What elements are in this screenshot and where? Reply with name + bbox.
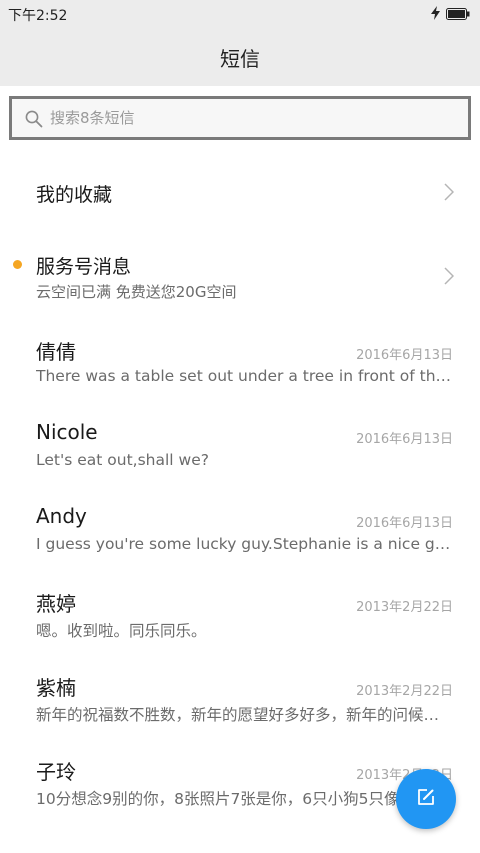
service-title: 服务号消息 — [36, 256, 132, 278]
search-icon — [25, 110, 43, 132]
message-preview: 新年的祝福数不胜数，新年的愿望好多好多，新年的问候千千万万 — [36, 706, 454, 724]
search-input[interactable] — [50, 99, 450, 137]
status-time: 下午2:52 — [8, 8, 68, 24]
compose-icon — [416, 787, 436, 811]
contact-name: 子玲 — [36, 760, 76, 784]
compose-button[interactable] — [396, 769, 456, 829]
app-header: 短信 — [0, 28, 480, 86]
message-date: 2016年6月13日 — [356, 516, 453, 531]
status-icons — [431, 5, 470, 24]
chevron-right-icon — [444, 183, 455, 205]
message-date: 2016年6月13日 — [356, 432, 453, 447]
conversation-item[interactable]: 燕婷 2013年2月22日 嗯。收到啦。同乐同乐。 — [0, 588, 480, 672]
conversation-item[interactable]: 紫楠 2013年2月22日 新年的祝福数不胜数，新年的愿望好多好多，新年的问候千… — [0, 672, 480, 756]
conversation-item[interactable]: Andy 2016年6月13日 I guess you're some luck… — [0, 504, 480, 588]
contact-name: 燕婷 — [36, 592, 76, 616]
unread-dot — [13, 260, 22, 269]
message-date: 2016年6月13日 — [356, 348, 453, 363]
message-preview: 嗯。收到啦。同乐同乐。 — [36, 622, 207, 640]
favorites-label: 我的收藏 — [36, 184, 113, 206]
battery-icon — [446, 5, 470, 24]
search-box[interactable] — [9, 96, 471, 140]
contact-name: Andy — [36, 504, 87, 528]
page-title: 短信 — [220, 47, 260, 71]
service-subtitle: 云空间已满 免费送您20G空间 — [36, 283, 237, 301]
message-date: 2013年2月22日 — [356, 600, 453, 615]
favorites-row[interactable]: 我的收藏 — [0, 160, 480, 226]
status-bar: 下午2:52 — [0, 0, 480, 28]
message-date: 2013年2月22日 — [356, 684, 453, 699]
message-preview: 10分想念9别的你，8张照片7张是你，6只小狗5只像你 — [36, 790, 416, 808]
contact-name: Nicole — [36, 420, 98, 444]
message-preview: Let's eat out,shall we? — [36, 451, 209, 469]
conversation-item[interactable]: Nicole 2016年6月13日 Let's eat out,shall we… — [0, 420, 480, 504]
service-messages-row[interactable]: 服务号消息 云空间已满 免费送您20G空间 — [0, 246, 480, 310]
chevron-right-icon — [444, 267, 455, 289]
contact-name: 倩倩 — [36, 340, 76, 364]
conversation-item[interactable]: 倩倩 2016年6月13日 There was a table set out … — [0, 336, 480, 420]
message-preview: There was a table set out under a tree i… — [36, 367, 454, 385]
charging-icon — [431, 5, 440, 24]
message-preview: I guess you're some lucky guy.Stephanie … — [36, 535, 454, 553]
contact-name: 紫楠 — [36, 676, 76, 700]
